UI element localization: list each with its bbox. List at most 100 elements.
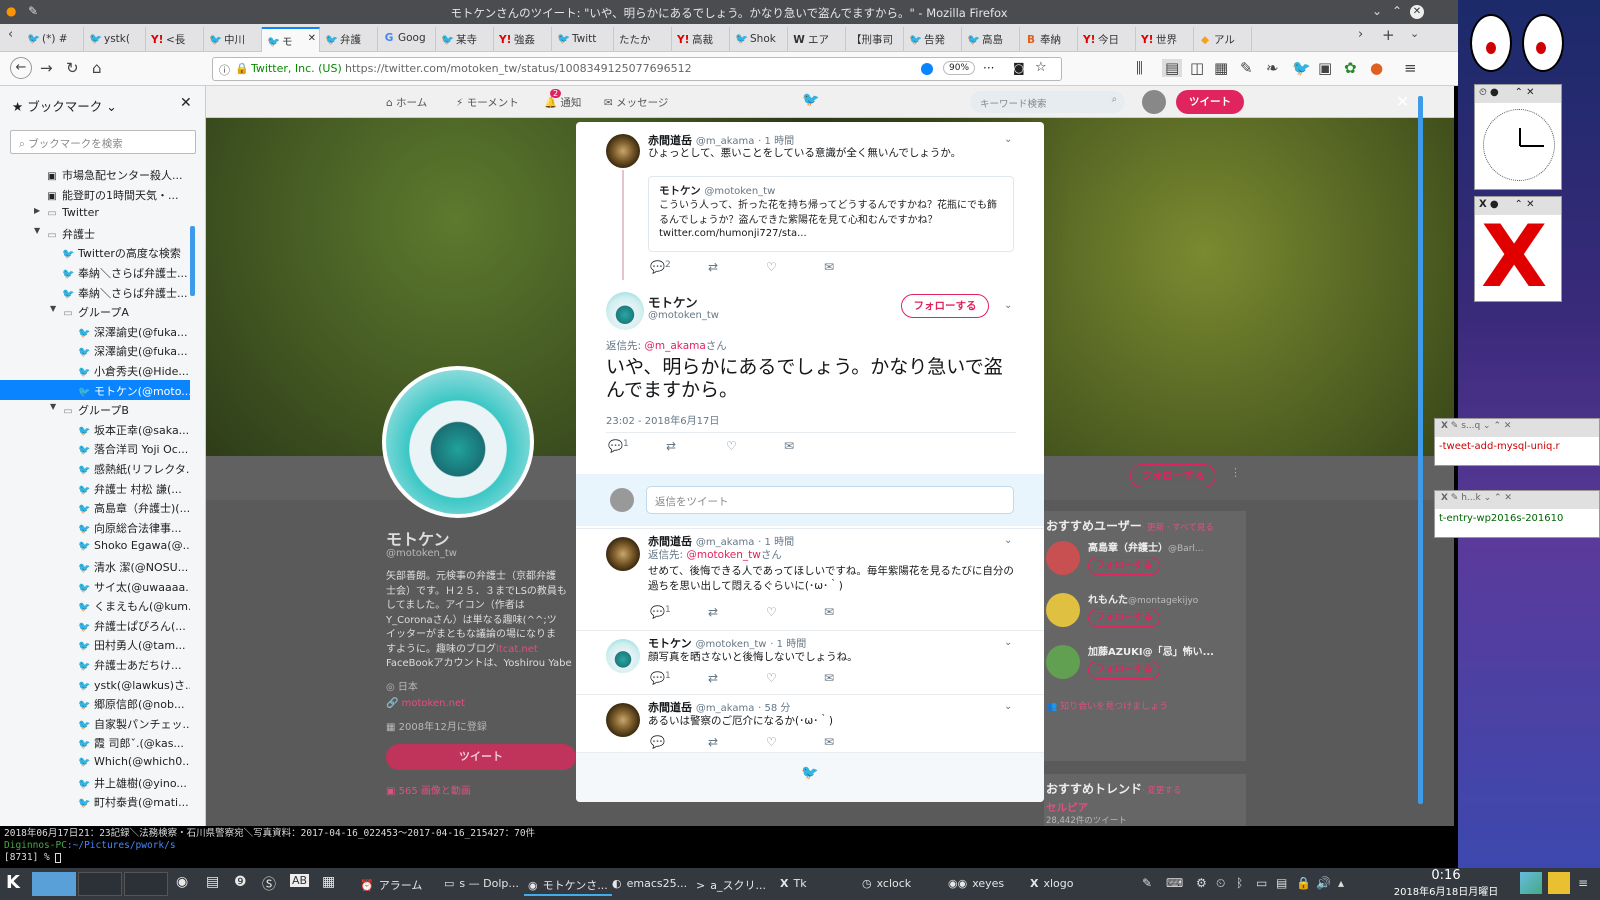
reply-icon[interactable]: 💬 1 bbox=[608, 439, 629, 453]
bookmark-item[interactable]: 🐦 霞 司郎ˇ.(@kas... bbox=[0, 732, 190, 752]
tray-expand-icon[interactable]: ▴ bbox=[1338, 876, 1344, 890]
avatar[interactable] bbox=[1046, 645, 1080, 679]
chevron-down-icon[interactable]: ⌄ bbox=[1004, 134, 1012, 145]
find-friends-link[interactable]: 👥 知り合いを見つけましょう bbox=[1046, 699, 1168, 712]
reply-icon[interactable]: 💬 bbox=[650, 735, 665, 749]
nav-messages-label[interactable]: メッセージ bbox=[616, 97, 668, 109]
like-icon[interactable]: ♡ bbox=[766, 735, 777, 749]
bookmark-item[interactable]: 🐦 向原総合法律事... bbox=[0, 517, 190, 537]
launcher-doc-icon[interactable]: ▤ bbox=[206, 874, 219, 890]
quoted-tweet[interactable]: モトケン @motoken_tw こういう人って、折った花を持ち帰ってどうするん… bbox=[648, 176, 1014, 252]
recommend-links[interactable]: · 更新 · すべて見る bbox=[1142, 523, 1214, 533]
reply-user-link[interactable]: @motoken_tw bbox=[686, 549, 760, 561]
account-avatar[interactable] bbox=[1142, 90, 1166, 114]
like-icon[interactable]: ♡ bbox=[766, 260, 777, 274]
taskbar-item[interactable]: ◷ xclock bbox=[858, 874, 915, 896]
twitter-search-input[interactable]: キーワード検索 ⌕ bbox=[970, 91, 1125, 113]
sidebar-header[interactable]: ★ ブックマーク ⌄ bbox=[12, 96, 117, 115]
kde-menu-icon[interactable]: K bbox=[6, 872, 20, 893]
parent-tweet[interactable]: 赤間道岳 @m_akama · 1 時間 ⌄ ひょっとして、悪いことをしている意… bbox=[576, 122, 1044, 282]
tab[interactable]: B 奉納 bbox=[1020, 27, 1078, 51]
tweet-time[interactable]: · 1 時間 bbox=[770, 639, 806, 650]
user-name[interactable]: れもんた bbox=[1088, 595, 1128, 606]
taskbar-item[interactable]: 𝗫xlogo bbox=[1026, 874, 1078, 896]
close-sidebar-icon[interactable]: ✕ bbox=[180, 95, 192, 111]
reply-user-link[interactable]: @m_akama bbox=[644, 340, 705, 352]
follow-button[interactable]: フォローする bbox=[901, 294, 989, 318]
bookmark-search-input[interactable]: ⌕ ブックマークを検索 bbox=[10, 130, 196, 154]
reply-input[interactable]: 返信をツイート bbox=[646, 486, 1014, 514]
compose-tweet-button[interactable]: ツイート bbox=[1176, 90, 1244, 114]
profile-media-label[interactable]: 565 画像と動画 bbox=[399, 786, 471, 797]
bookmark-item[interactable]: 🐦 弁護士あだちけ... bbox=[0, 654, 190, 674]
tweet-author[interactable]: 赤間道岳 @m_akama · 1 時間 bbox=[648, 533, 794, 549]
info-icon[interactable]: ⓘ bbox=[219, 62, 230, 78]
terminal-window-2[interactable]: 𝗫 ✎ h...k ⌄ ⌃ ✕ t-entry-wp2016s-201610 bbox=[1434, 490, 1600, 538]
bookmark-item[interactable]: 🐦 くまえもん(@kum... bbox=[0, 595, 190, 615]
bookmark-item[interactable]: 🐦 小倉秀夫(@Hide... bbox=[0, 360, 190, 380]
tab[interactable]: ◆ アル bbox=[1194, 27, 1252, 51]
quote-link[interactable]: twitter.com/humonji727/sta... bbox=[659, 228, 1003, 239]
url-text[interactable]: https://twitter.com/motoken_tw/status/10… bbox=[345, 62, 692, 75]
taskbar-item[interactable]: 𝗫 Tk bbox=[776, 874, 811, 896]
dm-icon[interactable]: ✉ bbox=[784, 439, 794, 453]
tab[interactable]: 🐦 高島 bbox=[962, 27, 1020, 51]
firefox-account-icon[interactable]: ● bbox=[1370, 59, 1383, 77]
launcher-terminal-icon[interactable]: ▦ bbox=[322, 874, 335, 890]
bookmark-item[interactable]: 🐦 サイ太(@uwaaaa... bbox=[0, 576, 190, 596]
bookmark-item[interactable]: 🐦 感熱紙(リフレクタ... bbox=[0, 458, 190, 478]
tab[interactable]: Y! 今日 bbox=[1078, 27, 1136, 51]
reply-tweet[interactable]: 赤間道岳 @m_akama · 58 分 ⌄ あるいは警察のご厄介になるか(･ω･｀… bbox=[576, 694, 1044, 756]
tray-volume-icon[interactable]: 🔊 bbox=[1316, 876, 1331, 890]
nav-messages[interactable]: ✉ メッセージ bbox=[604, 95, 668, 110]
trend-name[interactable]: セルピア bbox=[1046, 800, 1088, 815]
profile-website[interactable]: 🔗 motoken.net bbox=[386, 698, 465, 709]
panel-menu-icon[interactable]: ≡ bbox=[1578, 876, 1588, 890]
collapsed-icon[interactable]: ▶ bbox=[34, 206, 40, 215]
chevron-down-icon[interactable]: ⌄ bbox=[1004, 637, 1012, 648]
reply-icon[interactable]: 💬 2 bbox=[650, 260, 671, 274]
bookmark-item[interactable]: 🐦 井上雄樹(@yino... bbox=[0, 772, 190, 792]
author-handle[interactable]: @m_akama bbox=[696, 703, 754, 714]
author-handle[interactable]: @motoken_tw bbox=[696, 639, 767, 650]
tab[interactable]: たたか bbox=[614, 27, 672, 51]
retweet-icon[interactable]: ⇄ bbox=[666, 439, 676, 453]
profile-follow-button[interactable]: フォローする bbox=[1130, 464, 1216, 488]
toggle-icon[interactable] bbox=[921, 63, 933, 75]
close-tab-icon[interactable]: ✕ bbox=[308, 33, 316, 44]
tab[interactable]: Y! 世界 bbox=[1136, 27, 1194, 51]
launcher-dolphin-icon[interactable]: ◉ bbox=[176, 874, 188, 890]
taskbar-item[interactable]: ◐ emacs25... bbox=[608, 874, 691, 896]
terminal[interactable]: 2018年06月17日21：23記録＼法務検察・石川県警察宛＼写真資料：2017… bbox=[0, 826, 1458, 868]
author-name[interactable]: モトケン bbox=[648, 637, 692, 650]
clipboard-icon[interactable]: ▣ bbox=[1318, 59, 1332, 77]
follow-button[interactable]: フォローする bbox=[1088, 661, 1160, 679]
forward-icon[interactable]: → bbox=[40, 59, 53, 77]
bookmark-item[interactable]: 🐦 町村泰貴(@mati... bbox=[0, 791, 190, 811]
tray-bluetooth-icon[interactable]: ᛒ bbox=[1236, 876, 1243, 890]
launcher-s-icon[interactable]: Ⓢ bbox=[262, 874, 276, 894]
bookmark-item[interactable]: 🐦 落合洋司 Yoji Oc... bbox=[0, 438, 190, 458]
bookmark-item[interactable]: 🐦 ystk(@lawkus)さ... bbox=[0, 674, 190, 694]
nav-home-label[interactable]: ホーム bbox=[396, 97, 427, 109]
evernote-icon[interactable]: ❧ bbox=[1266, 59, 1279, 77]
expanded-icon[interactable]: ▼ bbox=[50, 402, 56, 411]
twitter-bird-icon[interactable]: 🐦 bbox=[802, 92, 819, 108]
pocket-icon[interactable]: ◙ bbox=[1013, 61, 1025, 75]
tab[interactable]: W エア bbox=[788, 27, 846, 51]
sidebar-scrollbar[interactable] bbox=[190, 226, 195, 296]
launcher-9-icon[interactable]: ❾ bbox=[234, 874, 247, 890]
window-titlebar[interactable]: 𝗫 ✎ s...q ⌄ ⌃ ✕ bbox=[1435, 419, 1599, 437]
nav-moments[interactable]: ⚡ モーメント bbox=[456, 95, 519, 110]
chevron-down-icon[interactable]: ⌄ bbox=[1004, 535, 1012, 546]
nav-notifications-label[interactable]: 通知 bbox=[560, 97, 581, 109]
sidebar-toggle-icon[interactable]: ▤ bbox=[1162, 59, 1183, 77]
reply-icon[interactable]: 💬 1 bbox=[650, 605, 671, 619]
bookmark-item[interactable]: 🐦 奉納＼さらば弁護士... bbox=[0, 262, 190, 282]
expanded-icon[interactable]: ▼ bbox=[50, 304, 56, 313]
user-name[interactable]: 高島章（弁護士） bbox=[1088, 543, 1168, 554]
main-author-name[interactable]: モトケン bbox=[648, 292, 698, 311]
bookmark-item[interactable]: 🐦 深澤諭史(@fuka... bbox=[0, 321, 190, 341]
avatar[interactable] bbox=[1046, 593, 1080, 627]
avatar[interactable] bbox=[1046, 541, 1080, 575]
